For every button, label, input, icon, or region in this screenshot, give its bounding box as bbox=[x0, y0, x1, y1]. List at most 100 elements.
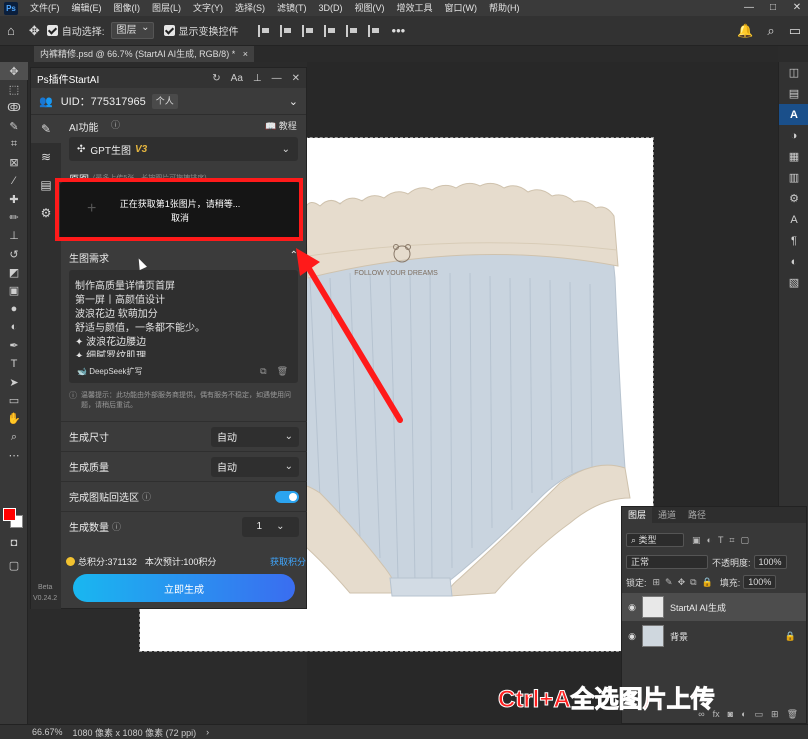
type-tool-icon[interactable]: T bbox=[0, 355, 28, 373]
fill-input[interactable]: 100% bbox=[743, 575, 777, 589]
tutorial-link[interactable]: 📖 教程 bbox=[265, 119, 297, 132]
gradient-tool-icon[interactable]: ▣ bbox=[0, 282, 28, 300]
edit-icon[interactable]: ✎ bbox=[31, 115, 61, 143]
trash-icon[interactable]: 🗑 bbox=[787, 709, 798, 720]
close-panel-icon[interactable]: ✕ bbox=[292, 73, 300, 84]
layer-row-startai[interactable]: ◉ StartAI AI生成 bbox=[622, 593, 806, 621]
refresh-icon[interactable]: ↻ bbox=[212, 73, 220, 84]
font-size-icon[interactable]: Aa bbox=[231, 73, 243, 84]
brush-tool-icon[interactable]: ✏ bbox=[0, 208, 28, 226]
info-icon[interactable]: ⓘ bbox=[112, 520, 121, 533]
quick-mask-icon[interactable]: ◘ bbox=[0, 534, 28, 552]
info-icon[interactable]: ⓘ bbox=[142, 490, 151, 503]
opacity-input[interactable]: 100% bbox=[753, 555, 787, 569]
frame-tool-icon[interactable]: ⊠ bbox=[0, 153, 28, 171]
more-tools-icon[interactable]: ⋯ bbox=[0, 446, 28, 464]
tab-channels[interactable]: 通道 bbox=[652, 507, 682, 523]
filter-icons[interactable]: ▣◐T⌗▢ bbox=[692, 535, 755, 546]
align-right-icon[interactable] bbox=[301, 24, 314, 37]
tab-layers[interactable]: 图层 bbox=[622, 507, 653, 523]
swatches-icon[interactable]: ▦ bbox=[779, 146, 808, 167]
show-transform-checkbox[interactable] bbox=[163, 25, 175, 36]
layers-stack-icon[interactable]: ≋ bbox=[31, 143, 61, 171]
menu-help[interactable]: 帮助(H) bbox=[483, 0, 526, 16]
properties-icon[interactable]: ⚙ bbox=[779, 188, 808, 209]
layer-row-background[interactable]: ◉ 背景 🔒 bbox=[622, 622, 806, 650]
move-tool-icon[interactable]: ✥ bbox=[29, 23, 40, 39]
crop-tool-icon[interactable]: ⌗ bbox=[0, 135, 28, 153]
lock-icons[interactable]: ⊞✎✥⧉🔒 bbox=[653, 577, 718, 588]
menu-layer[interactable]: 图层(L) bbox=[146, 0, 187, 16]
marquee-tool-icon[interactable]: ⬚ bbox=[0, 80, 28, 98]
notification-icon[interactable]: 🔔 bbox=[737, 23, 753, 39]
adjust-icon[interactable]: ▤ bbox=[779, 83, 808, 104]
menu-plugins[interactable]: 增效工具 bbox=[391, 0, 439, 16]
menu-view[interactable]: 视图(V) bbox=[349, 0, 391, 16]
align-middle-icon[interactable] bbox=[345, 24, 358, 37]
maximize-icon[interactable]: □ bbox=[762, 0, 784, 16]
group-icon[interactable]: ▭ bbox=[755, 709, 764, 720]
menu-3d[interactable]: 3D(D) bbox=[313, 0, 349, 16]
expand-icon[interactable]: ⌄ bbox=[289, 95, 298, 108]
lasso-tool-icon[interactable]: ↂ bbox=[0, 99, 28, 117]
quality-select[interactable]: 自动 ⌄ bbox=[211, 456, 299, 477]
close-window-icon[interactable]: ✕ bbox=[786, 0, 808, 16]
minimize-panel-icon[interactable]: — bbox=[272, 73, 282, 84]
search-icon[interactable]: ⌕ bbox=[767, 23, 774, 39]
adjustment-layer-icon[interactable]: ◐ bbox=[741, 709, 746, 719]
align-left-icon[interactable] bbox=[257, 24, 270, 37]
requirements-textarea[interactable]: 制作高质量详情页首屏 第一屏丨高颜值设计 波浪花边 软萌加分 舒适与颜值，一条都… bbox=[69, 270, 298, 383]
home-icon[interactable]: ⌂ bbox=[7, 23, 15, 38]
close-tab-icon[interactable]: × bbox=[243, 49, 248, 59]
auto-select-checkbox[interactable] bbox=[46, 25, 58, 36]
more-options-icon[interactable]: ••• bbox=[392, 23, 406, 38]
requirements-header[interactable]: 生图需求 ⌃ bbox=[69, 250, 298, 265]
healing-brush-icon[interactable]: ✚ bbox=[0, 190, 28, 208]
move-tool-icon[interactable]: ✥ bbox=[0, 62, 28, 81]
startai-panel-icon[interactable]: A bbox=[779, 104, 808, 125]
pin-icon[interactable]: ⊥ bbox=[253, 73, 262, 84]
paragraph-icon[interactable]: ¶ bbox=[779, 230, 808, 251]
menu-edit[interactable]: 编辑(E) bbox=[66, 0, 108, 16]
copy-icon[interactable]: ⧉ bbox=[260, 366, 266, 377]
character-icon[interactable]: A bbox=[779, 209, 808, 230]
mask-icon[interactable]: ◙ bbox=[728, 709, 733, 719]
zoom-tool-icon[interactable]: ⌕ bbox=[0, 428, 28, 446]
generate-button[interactable]: 立即生成 bbox=[73, 574, 295, 602]
size-select[interactable]: 自动 ⌄ bbox=[211, 426, 299, 447]
quick-select-tool-icon[interactable]: ✎ bbox=[0, 117, 28, 135]
document-tab[interactable]: 内裤精修.psd @ 66.7% (StartAI AI生成, RGB/8) *… bbox=[34, 46, 254, 62]
rectangle-tool-icon[interactable]: ▭ bbox=[0, 391, 28, 409]
eyedropper-tool-icon[interactable]: ⁄ bbox=[0, 172, 28, 190]
visibility-eye-icon[interactable]: ◉ bbox=[622, 631, 642, 642]
info-icon[interactable]: ⓘ bbox=[111, 118, 120, 131]
menu-file[interactable]: 文件(F) bbox=[24, 0, 66, 16]
menu-window[interactable]: 窗口(W) bbox=[439, 0, 484, 16]
libraries-icon[interactable]: ▥ bbox=[779, 167, 808, 188]
menu-image[interactable]: 图像(I) bbox=[108, 0, 147, 16]
adjustments-icon[interactable]: ◐ bbox=[779, 251, 808, 272]
auto-select-dropdown[interactable]: 图层 bbox=[110, 20, 154, 39]
foreground-color-swatch[interactable] bbox=[3, 508, 16, 521]
clone-stamp-icon[interactable]: ⊥ bbox=[0, 227, 28, 245]
dodge-tool-icon[interactable]: ◐ bbox=[0, 318, 28, 336]
paste-back-toggle[interactable] bbox=[275, 490, 299, 503]
minimize-icon[interactable]: — bbox=[738, 0, 760, 16]
menu-select[interactable]: 选择(S) bbox=[229, 0, 271, 16]
hand-tool-icon[interactable]: ✋ bbox=[0, 410, 28, 428]
history-icon[interactable]: ◫ bbox=[779, 62, 808, 83]
blend-mode-select[interactable]: 正常 bbox=[626, 555, 708, 569]
history-brush-icon[interactable]: ↺ bbox=[0, 245, 28, 263]
status-arrow-icon[interactable]: › bbox=[206, 727, 209, 737]
blur-tool-icon[interactable]: ● bbox=[0, 300, 28, 318]
delete-icon[interactable]: 🗑 bbox=[277, 366, 288, 377]
align-center-icon[interactable] bbox=[279, 24, 292, 37]
workspace-icon[interactable]: ▭ bbox=[789, 23, 801, 39]
visibility-eye-icon[interactable]: ◉ bbox=[622, 602, 642, 613]
collapse-icon[interactable]: ⌃ bbox=[290, 250, 298, 265]
photoshop-logo-icon[interactable]: Ps bbox=[4, 1, 18, 15]
menu-filter[interactable]: 滤镜(T) bbox=[271, 0, 313, 16]
layer-filter-select[interactable]: ⌕ 类型 bbox=[626, 533, 684, 547]
zoom-level[interactable]: 66.67% bbox=[32, 727, 63, 737]
new-layer-icon[interactable]: ⊞ bbox=[771, 709, 779, 720]
